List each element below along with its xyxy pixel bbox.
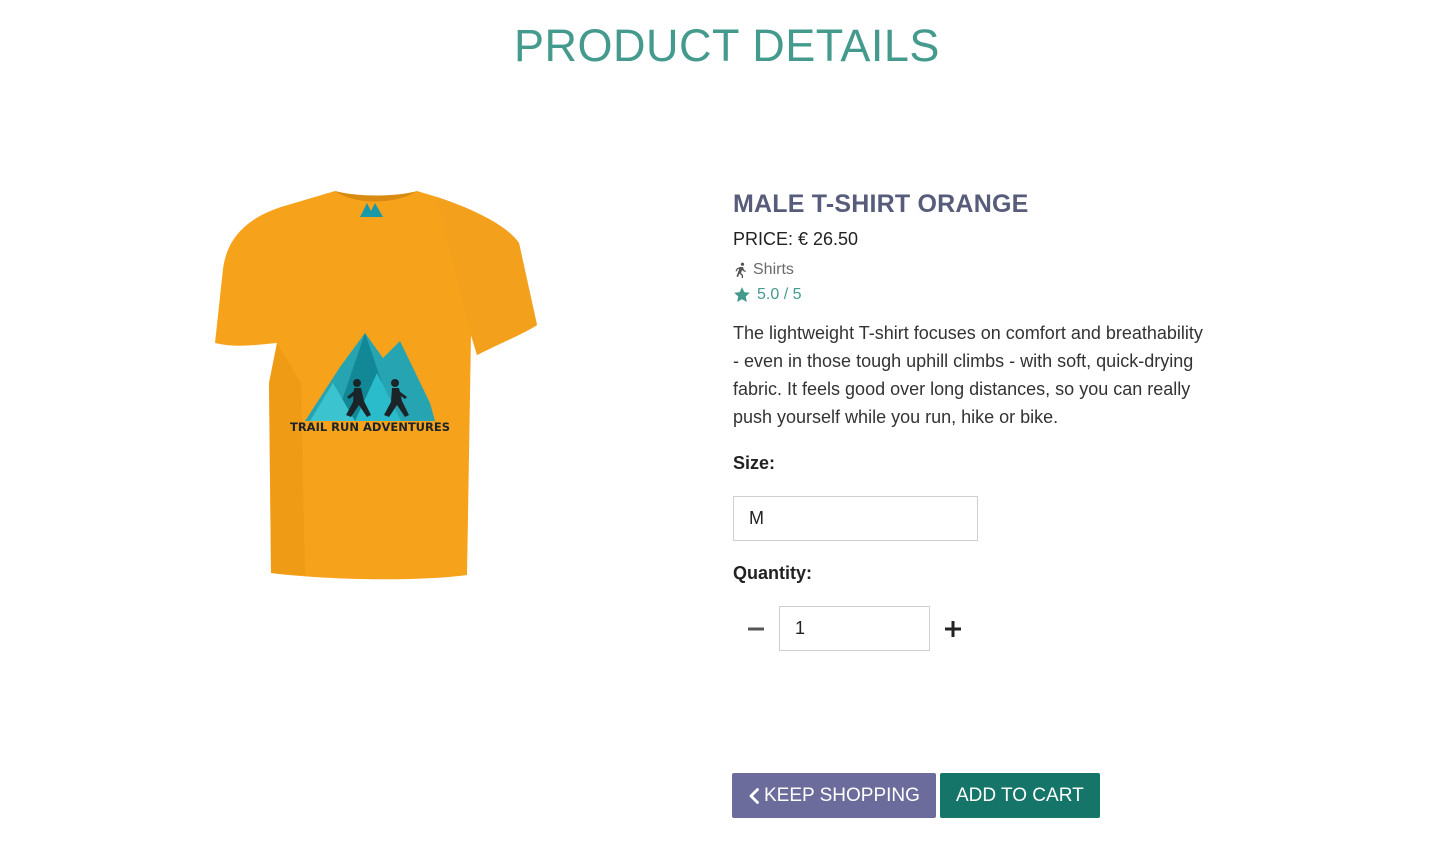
size-input[interactable] — [733, 496, 978, 541]
product-rating: 5.0 / 5 — [733, 286, 1223, 304]
product-info: MALE T-SHIRT ORANGE PRICE: € 26.50 Shirt… — [733, 190, 1223, 651]
running-person-icon — [733, 262, 749, 278]
product-details-page: PRODUCT DETAILS TRAIL RUN ADVENTURES MAL… — [0, 0, 1454, 850]
quantity-increment-button[interactable] — [930, 606, 976, 651]
action-buttons: KEEP SHOPPING ADD TO CART — [732, 773, 1100, 818]
add-to-cart-label: ADD TO CART — [955, 784, 1084, 806]
product-price: PRICE: € 26.50 — [733, 229, 859, 249]
product-rating-value: 5.0 / 5 — [757, 286, 802, 303]
chevron-left-icon — [748, 787, 760, 804]
size-label: Size: — [733, 453, 776, 473]
product-category[interactable]: Shirts — [733, 261, 1223, 279]
plus-icon — [944, 620, 962, 638]
keep-shopping-button[interactable]: KEEP SHOPPING — [732, 773, 936, 818]
star-icon — [733, 286, 751, 304]
add-to-cart-button[interactable]: ADD TO CART — [939, 773, 1100, 818]
orange-tshirt-image: TRAIL RUN ADVENTURES — [215, 191, 537, 580]
product-image: TRAIL RUN ADVENTURES — [205, 183, 550, 583]
quantity-label: Quantity: — [733, 563, 812, 583]
quantity-stepper — [733, 606, 1223, 651]
keep-shopping-label: KEEP SHOPPING — [764, 784, 920, 806]
product-category-label: Shirts — [753, 261, 794, 278]
quantity-input[interactable] — [779, 606, 930, 651]
page-title: PRODUCT DETAILS — [514, 20, 940, 71]
minus-icon — [747, 620, 765, 638]
quantity-decrement-button[interactable] — [733, 606, 779, 651]
product-name: MALE T-SHIRT ORANGE — [733, 190, 1029, 218]
shirt-logo-text: TRAIL RUN ADVENTURES — [290, 420, 450, 434]
product-description: The lightweight T-shirt focuses on comfo… — [733, 323, 1203, 427]
